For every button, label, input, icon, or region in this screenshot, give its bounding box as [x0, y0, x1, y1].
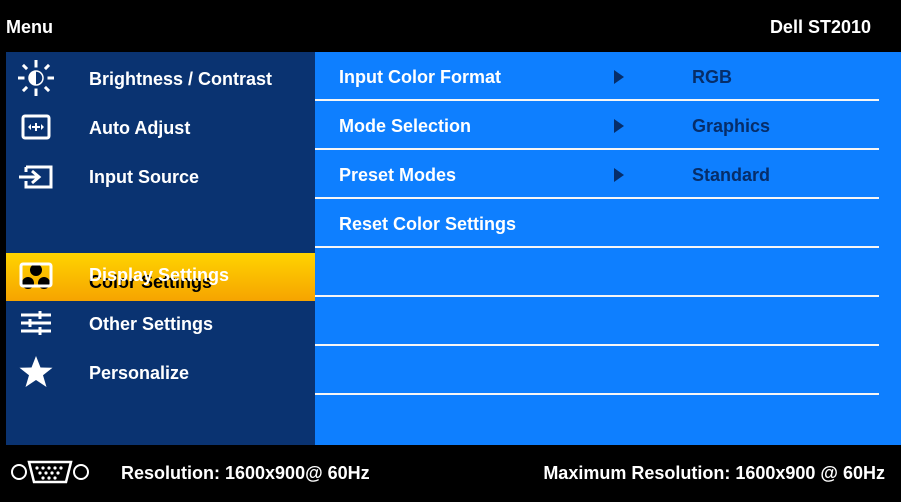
brightness-icon: [18, 60, 54, 96]
menu-row-reset-color-settings[interactable]: Reset Color Settings: [315, 199, 879, 248]
sidebar-item-label: Auto Adjust: [89, 118, 191, 138]
row-label: Reset Color Settings: [339, 214, 517, 234]
sidebar-item-other-settings[interactable]: Other Settings: [6, 299, 315, 347]
other-settings-icon: [21, 311, 51, 335]
sidebar-item-label: Personalize: [89, 363, 190, 383]
sidebar-item-auto-adjust[interactable]: Auto Adjust: [6, 103, 315, 151]
row-label: Mode Selection: [339, 116, 472, 136]
menu-row-empty: [315, 346, 879, 395]
monitor-model: Dell ST2010: [769, 17, 871, 37]
auto-adjust-icon: [21, 114, 51, 140]
sidebar-item-display-settings[interactable]: Display Settings: [6, 250, 315, 298]
row-label: Preset Modes: [339, 165, 457, 185]
sidebar-item-label: Other Settings: [89, 314, 214, 334]
row-value: Graphics: [692, 116, 771, 136]
sidebar-item-input-source[interactable]: Input Source: [6, 152, 315, 200]
display-settings-icon: [19, 262, 53, 288]
input-source-icon: [19, 165, 53, 189]
star-icon: [19, 356, 53, 387]
menu-row-input-color-format[interactable]: Input Color Format RGB: [315, 52, 879, 101]
sidebar-item-label: Brightness / Contrast: [89, 69, 273, 89]
sidebar: Brightness / Contrast Auto Adjust Input …: [6, 52, 315, 445]
menu-title: Menu: [6, 17, 53, 37]
header-bar: Menu Dell ST2010: [0, 0, 901, 52]
sidebar-item-label: Input Source: [89, 167, 200, 187]
menu-row-mode-selection[interactable]: Mode Selection Graphics: [315, 101, 879, 150]
row-value: Standard: [692, 165, 771, 185]
arrow-right-icon: [614, 119, 624, 133]
row-label: Input Color Format: [339, 67, 501, 87]
sidebar-item-personalize[interactable]: Personalize: [6, 348, 315, 396]
maximum-resolution: Maximum Resolution: 1600x900 @ 60Hz: [543, 463, 885, 483]
osd-menu: Menu Dell ST2010 Brightness / Contrast A…: [0, 0, 901, 502]
sidebar-item-brightness-contrast[interactable]: Brightness / Contrast: [6, 54, 315, 102]
menu-row-empty: [315, 248, 879, 297]
submenu-panel: Input Color Format RGB Mode Selection Gr…: [315, 52, 901, 445]
arrow-right-icon: [614, 168, 624, 182]
arrow-right-icon: [614, 70, 624, 84]
menu-row-preset-modes[interactable]: Preset Modes Standard: [315, 150, 879, 199]
status-bar: Resolution: 1600x900@ 60Hz Maximum Resol…: [0, 445, 901, 502]
menu-row-empty: [315, 297, 879, 346]
vga-connector-icon: [11, 460, 89, 484]
row-value: RGB: [692, 67, 732, 87]
current-resolution: Resolution: 1600x900@ 60Hz: [121, 463, 370, 483]
sidebar-item-label: Display Settings: [89, 265, 230, 285]
